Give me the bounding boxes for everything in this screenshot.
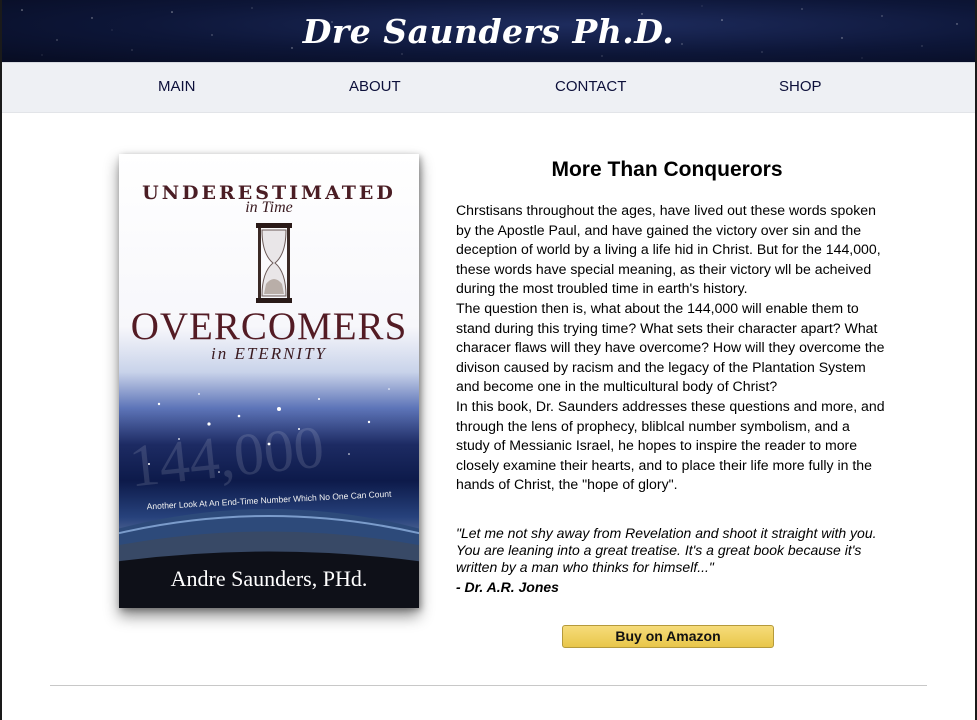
book-cover-image: 144,000 UNDERESTIMATED in Time OVERCOMER…: [119, 154, 419, 608]
buy-on-amazon-button[interactable]: Buy on Amazon: [562, 625, 774, 648]
description-paragraph: In this book, Dr. Saunders addresses the…: [456, 397, 885, 493]
site-header: Dre Saunders Ph.D.: [2, 0, 975, 62]
cover-author: Andre Saunders, PHd.: [170, 566, 368, 591]
review-quote: "Let me not shy away from Revelation and…: [456, 525, 877, 575]
nav-item-main[interactable]: MAIN: [158, 78, 196, 95]
nav-item-shop[interactable]: SHOP: [779, 78, 822, 95]
main-nav: MAIN ABOUT CONTACT SHOP: [2, 62, 975, 113]
book-description: Chrstisans throughout the ages, have liv…: [456, 201, 886, 495]
book-title: More Than Conquerors: [551, 158, 783, 181]
cover-artwork: 144,000: [119, 223, 419, 608]
site-title[interactable]: Dre Saunders Ph.D.: [303, 12, 674, 51]
section-divider: [50, 685, 927, 686]
cover-title-line3: OVERCOMERS: [130, 305, 408, 348]
nav-item-contact[interactable]: CONTACT: [555, 78, 626, 95]
description-paragraph: The question then is, what about the 144…: [456, 299, 885, 395]
cover-title-line2: in Time: [245, 199, 293, 216]
cover-watermark: 144,000: [126, 413, 327, 499]
main-content: 144,000 UNDERESTIMATED in Time OVERCOMER…: [2, 113, 975, 719]
nav-item-about[interactable]: ABOUT: [349, 78, 401, 95]
hourglass-icon: [256, 223, 292, 303]
description-paragraph: Chrstisans throughout the ages, have liv…: [456, 202, 881, 297]
review-author: - Dr. A.R. Jones: [456, 579, 559, 595]
cover-title-line4: in ETERNITY: [211, 344, 327, 363]
